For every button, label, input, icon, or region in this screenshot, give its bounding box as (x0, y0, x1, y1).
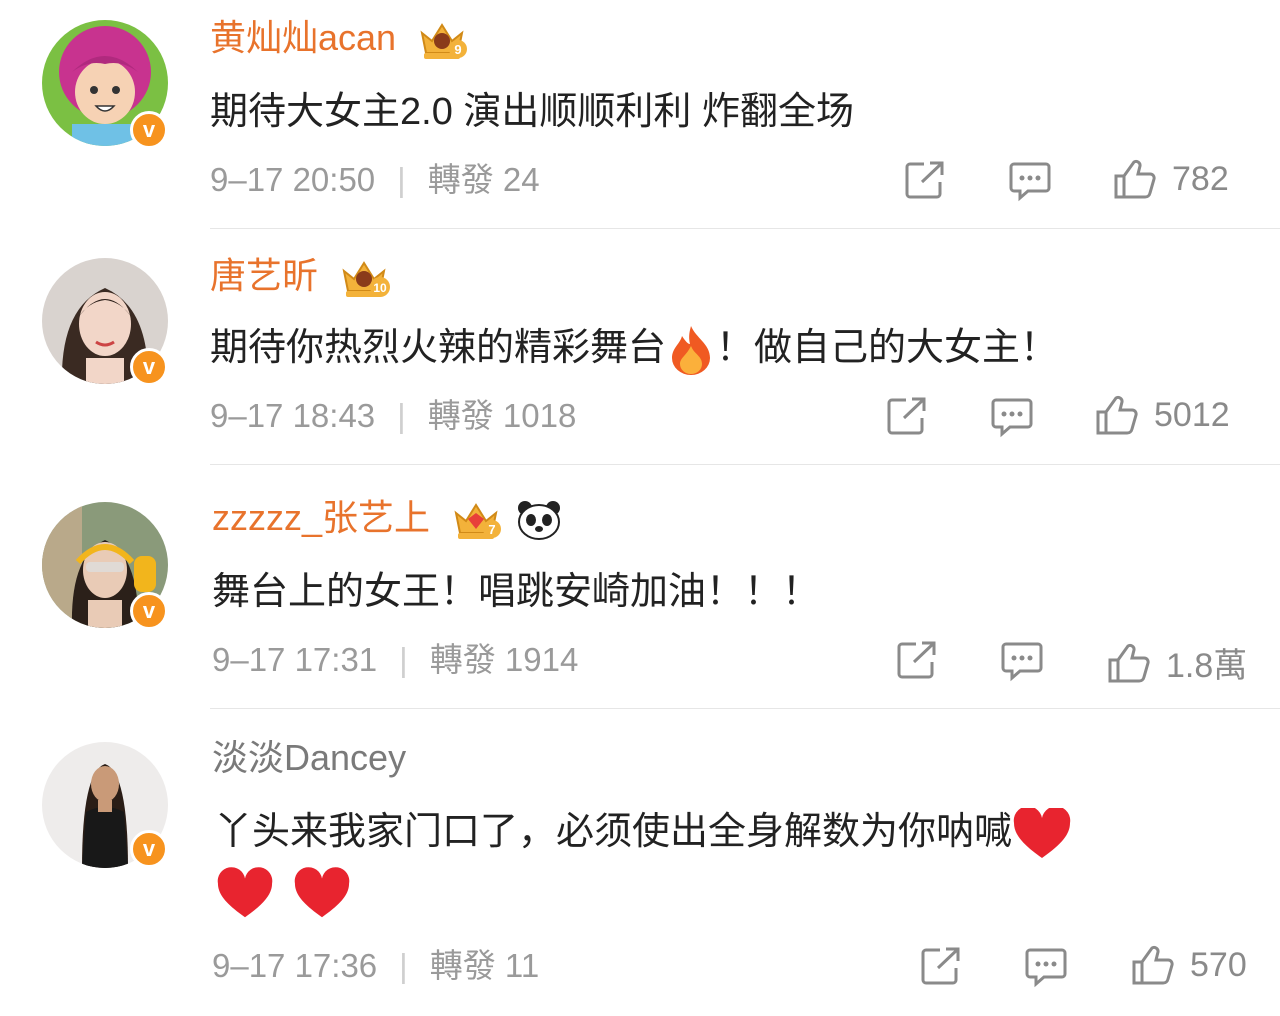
verified-badge-icon: v (130, 348, 168, 386)
repost-label: 轉發 (427, 161, 494, 198)
divider (210, 708, 1280, 709)
red-heart-emoji-icon (217, 867, 273, 918)
like-count: 5012 (1154, 395, 1230, 434)
repost-count: 24 (502, 161, 540, 198)
repost-count: 1018 (502, 397, 577, 434)
comment-button[interactable] (1000, 640, 1044, 682)
timestamp: 9–17 17:31 (212, 641, 378, 678)
like-button[interactable]: 570 (1130, 944, 1247, 986)
share-icon (887, 397, 926, 435)
comment-icon (1001, 642, 1043, 682)
repost-label: 轉發 (429, 641, 496, 678)
comment-icon (1009, 162, 1051, 202)
username-text[interactable]: zzzzz_张艺上 (212, 497, 430, 538)
share-button[interactable] (920, 946, 962, 986)
thumbs-up-icon (1108, 643, 1150, 682)
share-button[interactable] (886, 396, 928, 436)
like-count: 570 (1190, 945, 1247, 984)
red-heart-emoji-icon (294, 867, 349, 918)
thumbs-up-icon (1096, 395, 1138, 435)
red-heart-emoji-icon (1013, 807, 1071, 858)
comment-meta: 9–17 17:31 | 轉發 1914 (212, 640, 578, 680)
username[interactable]: zzzzz_张艺上 7 (212, 496, 562, 541)
comment-text: 舞台上的女王！唱跳安崎加油！！！ (212, 571, 821, 613)
crown-badge-icon: 7 (454, 503, 502, 540)
share-icon (921, 947, 960, 985)
like-button[interactable]: 1.8萬 (1106, 638, 1247, 687)
like-button[interactable]: 5012 (1094, 394, 1230, 436)
comment-button[interactable] (1024, 946, 1068, 988)
comment-meta: 9–17 17:36 | 轉發 11 (212, 946, 539, 986)
share-button[interactable] (896, 640, 938, 680)
panda-emoji-icon (518, 501, 561, 541)
comment-text-part: 丫头来我家门口了，必须使出全身解数为你呐喊 (214, 811, 1013, 853)
comment-icon (991, 398, 1033, 438)
thumbs-up-icon (1132, 945, 1174, 985)
comment-text: 期待大女主2.0 演出顺顺利利 炸翻全场 (210, 91, 854, 133)
crown-level: 7 (488, 522, 495, 537)
fire-emoji-icon (672, 325, 711, 375)
comment-text: 期待你热烈火辣的精彩舞台 ！做自己的大女主！ (210, 322, 1058, 376)
username[interactable]: 淡淡Dancey (212, 736, 406, 780)
comment-meta: 9–17 18:43 | 轉發 1018 (210, 396, 576, 436)
crown-badge-icon: 10 (342, 261, 391, 298)
crown-level: 9 (454, 42, 461, 57)
comment-meta: 9–17 20:50 | 轉發 24 (210, 160, 540, 200)
comment-button[interactable] (990, 396, 1034, 438)
username[interactable]: 黄灿灿acan 9 (210, 16, 468, 61)
verified-badge-icon: v (130, 592, 168, 630)
meta-divider: | (397, 161, 406, 198)
repost-count: 1914 (504, 641, 579, 678)
divider (210, 228, 1280, 229)
timestamp: 9–17 18:43 (210, 397, 376, 434)
meta-divider: | (399, 641, 408, 678)
meta-divider: | (397, 397, 406, 434)
comment-text-part: 期待你热烈火辣的精彩舞台 (210, 327, 667, 369)
username[interactable]: 唐艺昕 10 (210, 254, 391, 299)
comment-emoji-line (216, 866, 351, 924)
share-button[interactable] (904, 160, 946, 200)
timestamp: 9–17 17:36 (212, 947, 378, 984)
username-text[interactable]: 淡淡Dancey (212, 737, 406, 778)
like-count: 1.8萬 (1166, 647, 1248, 685)
repost-label: 轉發 (427, 397, 494, 434)
meta-divider: | (399, 947, 408, 984)
crown-level: 10 (373, 281, 387, 295)
like-button[interactable]: 782 (1112, 158, 1229, 200)
verified-badge-icon: v (130, 830, 168, 868)
repost-count: 11 (504, 947, 540, 984)
like-count: 782 (1172, 159, 1229, 198)
username-text[interactable]: 黄灿灿acan (210, 17, 396, 58)
comment-text-part: ！做自己的大女主！ (716, 327, 1059, 369)
share-icon (905, 161, 944, 199)
comment-icon (1025, 948, 1067, 988)
verified-badge-icon: v (130, 111, 168, 149)
username-text[interactable]: 唐艺昕 (210, 255, 318, 296)
thumbs-up-icon (1114, 159, 1156, 199)
divider (210, 464, 1280, 465)
crown-badge-icon: 9 (420, 23, 468, 60)
repost-label: 轉發 (429, 947, 496, 984)
share-icon (897, 641, 936, 679)
timestamp: 9–17 20:50 (210, 161, 376, 198)
comment-button[interactable] (1008, 160, 1052, 202)
comment-text: 丫头来我家门口了，必须使出全身解数为你呐喊 (214, 806, 1072, 860)
